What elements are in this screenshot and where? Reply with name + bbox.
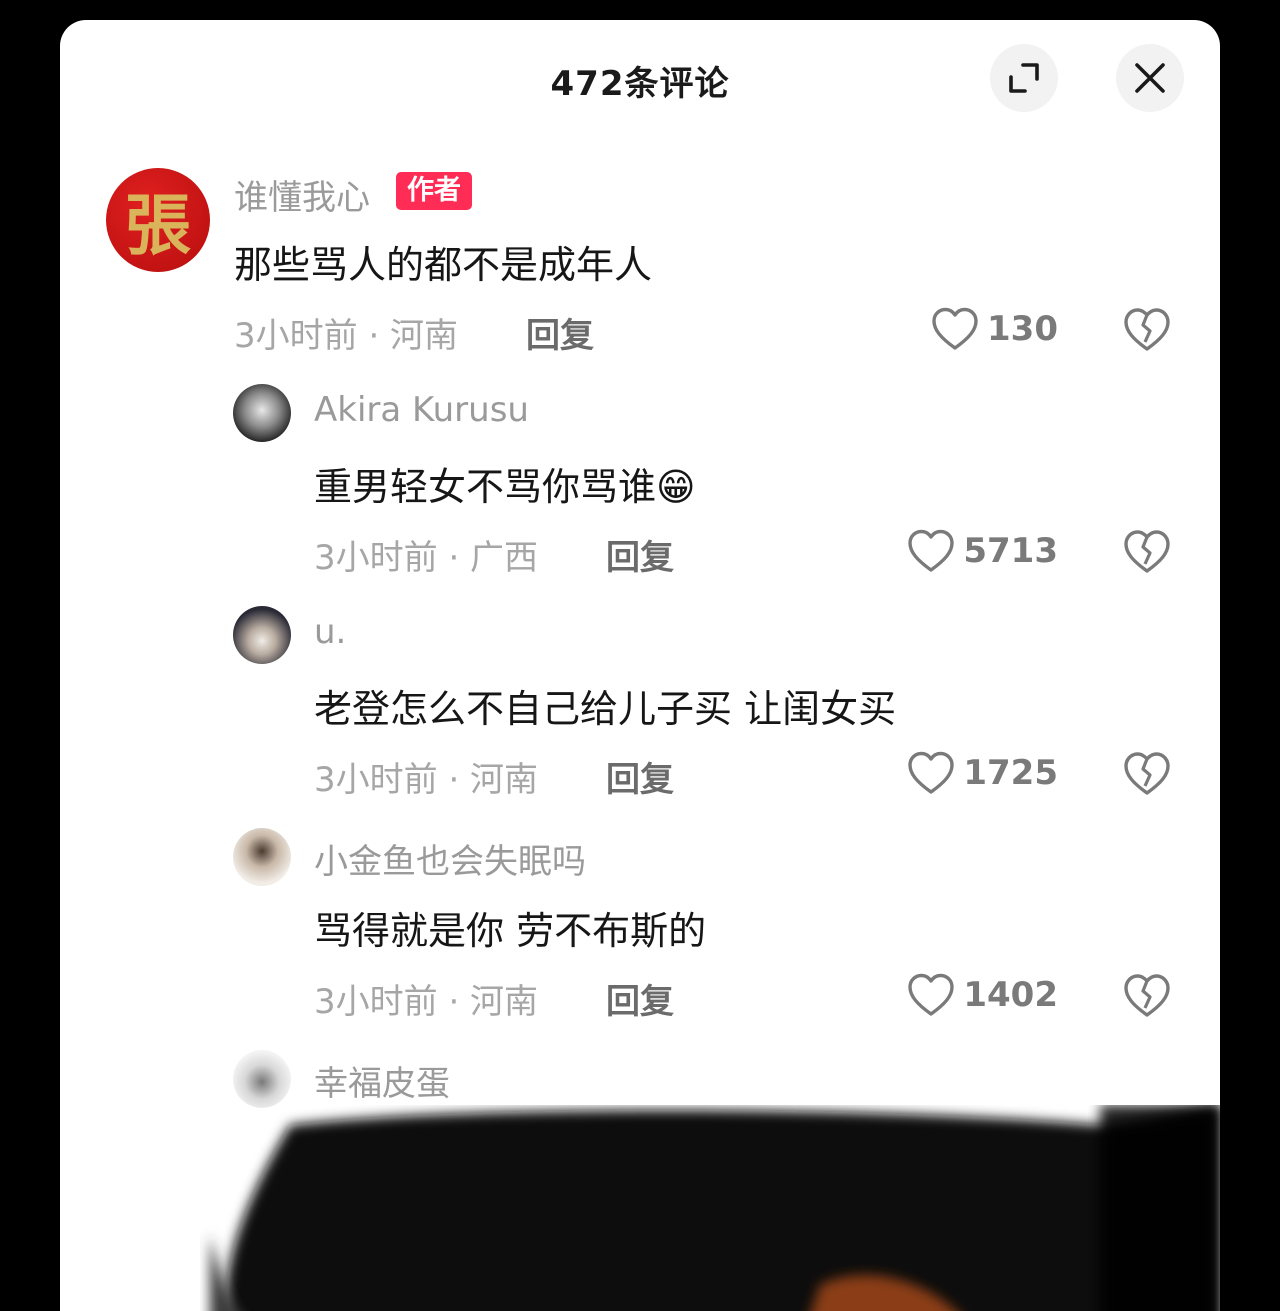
comment-username[interactable]: 幸福皮蛋 [314,1056,450,1105]
avatar[interactable] [233,606,291,664]
comment-text: 那些骂人的都不是成年人 [234,243,653,287]
broken-heart-icon[interactable] [1122,304,1172,354]
avatar[interactable] [233,384,291,442]
avatar[interactable]: 張 [106,168,210,272]
reply-button[interactable]: 回复 [526,308,594,357]
comment-meta: 3小时前 · 河南 [234,316,459,356]
comment-item: 張 谁懂我心 作者 那些骂人的都不是成年人 3小时前 · 河南 回复 130 [60,166,1220,366]
comments-panel: 472条评论 張 谁懂我心 作者 那些骂人的都不是成年人 3小时前 · 河南 回… [60,20,1220,1311]
like-button[interactable]: 1402 [907,970,1058,1020]
expand-button[interactable] [990,44,1058,112]
screen: 472条评论 張 谁懂我心 作者 那些骂人的都不是成年人 3小时前 · 河南 回… [0,0,1280,1311]
comment-item: 小金鱼也会失眠吗 骂得就是你 劳不布斯的 3小时前 · 河南 回复 1402 [60,826,1220,1026]
seal-character-avatar: 張 [125,186,191,264]
avatar[interactable] [233,828,291,886]
comment-item: Akira Kurusu 重男轻女不骂你骂谁😁 3小时前 · 广西 回复 571… [60,382,1220,582]
comment-text: 重男轻女不骂你骂谁😁 [314,456,696,511]
heart-icon [908,529,955,572]
like-button[interactable]: 130 [931,304,1058,354]
comment-text: 骂得就是你 劳不布斯的 [314,909,707,953]
like-count: 130 [987,309,1058,349]
blurred-overlay [60,1105,1220,1311]
grin-emoji: 😁 [656,465,696,509]
broken-heart-icon[interactable] [1122,748,1172,798]
heart-icon [932,307,978,350]
comment-username[interactable]: 谁懂我心 [234,170,370,219]
comment-item: 幸福皮蛋 [60,1048,1220,1128]
heart-icon [908,973,955,1016]
comment-username[interactable]: Akira Kurusu [314,390,529,430]
like-count: 5713 [963,531,1058,571]
avatar[interactable] [233,1050,291,1108]
comment-meta: 3小时前 · 广西 [314,538,539,578]
close-button[interactable] [1116,44,1184,112]
broken-heart-icon[interactable] [1122,526,1172,576]
comment-item: u. 老登怎么不自己给儿子买 让闺女买 3小时前 · 河南 回复 1725 [60,604,1220,804]
close-icon [1135,63,1165,93]
like-button[interactable]: 1725 [907,748,1058,798]
comment-username[interactable]: u. [314,612,346,652]
like-count: 1725 [963,753,1058,793]
like-count: 1402 [963,975,1058,1015]
comment-text: 老登怎么不自己给儿子买 让闺女买 [314,687,897,731]
broken-heart-icon[interactable] [1122,970,1172,1020]
reply-button[interactable]: 回复 [606,752,674,801]
heart-icon [908,751,955,794]
comment-meta: 3小时前 · 河南 [314,760,539,800]
comment-text-body: 重男轻女不骂你骂谁 [314,465,657,509]
comment-username[interactable]: 小金鱼也会失眠吗 [314,834,586,883]
reply-button[interactable]: 回复 [606,974,674,1023]
comment-meta: 3小时前 · 河南 [314,982,539,1022]
like-button[interactable]: 5713 [907,526,1058,576]
author-badge: 作者 [396,172,472,210]
reply-button[interactable]: 回复 [606,530,674,579]
expand-icon [1009,63,1039,93]
